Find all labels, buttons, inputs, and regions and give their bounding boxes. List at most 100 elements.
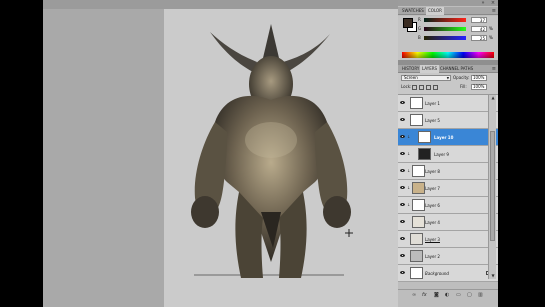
visibility-eye-icon[interactable] <box>400 237 405 240</box>
panel-menu-icon[interactable]: ≡ <box>492 65 496 73</box>
blue-value-field[interactable]: 25 <box>471 35 487 41</box>
lock-all-icon[interactable] <box>433 85 438 90</box>
layer-thumbnail <box>412 216 425 228</box>
layer-row[interactable]: ↓ Layer 9 <box>398 146 498 163</box>
layer-thumbnail <box>410 233 423 245</box>
layer-name: Layer 6 <box>425 203 440 208</box>
layer-row[interactable]: Layer 5 <box>398 112 498 129</box>
opacity-label: Opacity: <box>453 75 470 80</box>
visibility-eye-icon[interactable] <box>400 101 405 104</box>
blend-mode-select[interactable]: Screen ▼ <box>401 75 451 81</box>
layer-thumbnail <box>412 182 425 194</box>
tab-channel-paths[interactable]: CHANNEL PATHS <box>438 65 475 73</box>
layer-row[interactable]: Background <box>398 265 498 282</box>
visibility-eye-icon[interactable] <box>400 186 405 189</box>
visibility-eye-icon[interactable] <box>400 271 405 274</box>
letterbox-left <box>0 0 43 307</box>
layer-row[interactable]: Layer 2 <box>398 248 498 265</box>
layer-row[interactable]: Layer 1 <box>398 95 498 112</box>
layer-mask-thumbnail <box>418 148 431 160</box>
layer-row[interactable]: ↓ Layer 7 <box>398 180 498 197</box>
tab-swatches[interactable]: SWATCHES <box>400 7 426 15</box>
clip-arrow-icon: ↓ <box>407 151 411 156</box>
pasteboard <box>43 0 398 9</box>
scroll-up-icon[interactable]: ▲ <box>490 95 496 101</box>
tab-layers[interactable]: LAYERS <box>420 65 440 73</box>
layer-name: Layer 9 <box>434 152 449 157</box>
visibility-eye-icon[interactable] <box>400 152 405 155</box>
layer-thumbnail <box>412 199 425 211</box>
red-channel-row: R 37 <box>418 16 498 24</box>
group-icon[interactable]: ▭ <box>456 292 461 298</box>
opacity-input[interactable]: 100% <box>471 75 487 81</box>
channel-unit: % <box>489 26 493 31</box>
channel-label: B <box>418 35 421 40</box>
red-value-field[interactable]: 37 <box>471 17 487 23</box>
layer-row-selected[interactable]: ↓ Layer 10 <box>398 129 498 146</box>
layer-row[interactable]: Layer 3 <box>398 231 498 248</box>
crosshair-cursor-icon <box>345 229 353 237</box>
channel-label: R <box>418 17 421 22</box>
layer-name: Layer 8 <box>425 169 440 174</box>
lock-position-icon[interactable] <box>426 85 431 90</box>
mask-icon[interactable]: ◙ <box>434 292 439 298</box>
clip-arrow-icon: ↓ <box>407 185 411 190</box>
clip-arrow-icon: ↓ <box>407 168 411 173</box>
chevron-down-icon: ▼ <box>446 76 449 80</box>
layer-row[interactable]: Layer 4 <box>398 214 498 231</box>
green-value-field[interactable]: 42 <box>471 26 487 32</box>
visibility-eye-icon[interactable] <box>400 220 405 223</box>
color-panel-tabs: SWATCHES COLOR ≡ <box>398 7 498 15</box>
blue-channel-row: B 25 % <box>418 34 498 42</box>
layer-name: Layer 5 <box>425 118 440 123</box>
color-panel: R 37 G 42 % B 25 % <box>398 16 498 60</box>
layer-thumbnail <box>410 267 423 279</box>
scroll-down-icon[interactable]: ▼ <box>490 273 496 279</box>
layer-thumbnail <box>410 250 423 262</box>
red-slider[interactable] <box>424 18 466 22</box>
collapse-icon[interactable]: » <box>478 0 488 6</box>
green-slider[interactable] <box>424 27 466 31</box>
blend-mode-value: Screen <box>404 75 418 80</box>
visibility-eye-icon[interactable] <box>400 203 405 206</box>
layer-name: Layer 7 <box>425 186 440 191</box>
visibility-eye-icon[interactable] <box>400 254 405 257</box>
layer-thumbnail <box>410 114 423 126</box>
color-spectrum-ramp[interactable] <box>402 52 494 58</box>
layer-name: Background <box>425 271 449 276</box>
visibility-eye-icon[interactable] <box>400 135 405 138</box>
foreground-color-swatch[interactable] <box>403 18 413 28</box>
panels-dock: » × SWATCHES COLOR ≡ R 37 G 42 % B 25 % <box>398 0 498 307</box>
layer-row[interactable]: ↓ Layer 6 <box>398 197 498 214</box>
layers-panel-tabs: HISTORY LAYERS CHANNEL PATHS ≡ <box>398 65 498 73</box>
layers-scrollbar[interactable]: ▲ ▼ <box>488 95 496 279</box>
layer-thumbnail <box>412 165 425 177</box>
lock-pixels-icon[interactable] <box>419 85 424 90</box>
tab-history[interactable]: HISTORY <box>400 65 421 73</box>
fill-label: Fill: <box>460 84 467 89</box>
layer-name: Layer 4 <box>425 220 440 225</box>
scroll-thumb[interactable] <box>490 131 495 241</box>
workspace[interactable] <box>43 0 398 307</box>
visibility-eye-icon[interactable] <box>400 169 405 172</box>
fx-icon[interactable]: fx <box>422 292 427 298</box>
tab-color[interactable]: COLOR <box>426 7 444 15</box>
layers-controls: Screen ▼ Opacity: 100% Lock: Fill: 100% <box>398 73 498 95</box>
trash-icon[interactable]: ▥ <box>478 292 483 298</box>
adjustment-icon[interactable]: ◐ <box>445 292 449 298</box>
panel-menu-icon[interactable]: ≡ <box>492 7 496 15</box>
close-icon[interactable]: × <box>488 0 498 6</box>
layers-footer: ∞ fx ◙ ◐ ▭ ▢ ▥ <box>398 289 498 299</box>
layer-name: Layer 2 <box>425 254 440 259</box>
link-icon[interactable]: ∞ <box>412 292 416 298</box>
blue-slider[interactable] <box>424 36 466 40</box>
layer-thumbnail <box>410 97 423 109</box>
fill-input[interactable]: 100% <box>471 84 487 90</box>
letterbox-right <box>498 0 545 307</box>
lock-transparency-icon[interactable] <box>412 85 417 90</box>
visibility-eye-icon[interactable] <box>400 118 405 121</box>
layer-row[interactable]: ↓ Layer 8 <box>398 163 498 180</box>
channel-label: G <box>418 26 422 31</box>
new-layer-icon[interactable]: ▢ <box>467 292 472 298</box>
creature-painting <box>191 24 351 278</box>
